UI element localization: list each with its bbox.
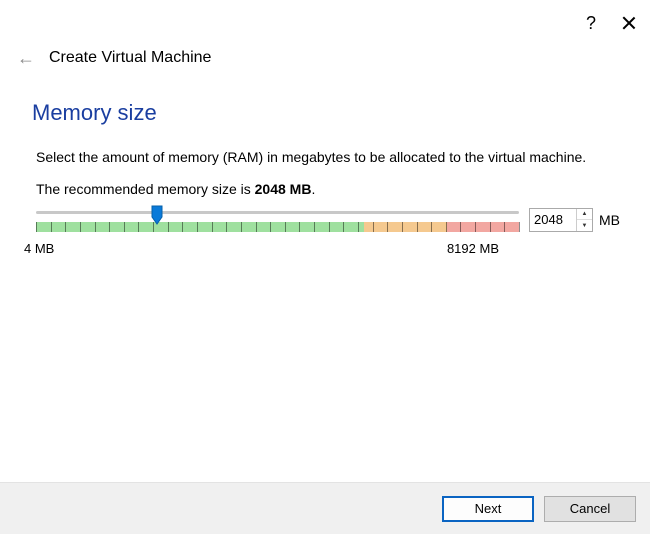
slider-zone-red [447,222,519,232]
title-bar: ? [0,0,650,40]
memory-slider[interactable] [36,207,519,237]
recommended-text: The recommended memory size is 2048 MB. [36,181,620,197]
next-button[interactable]: Next [442,496,534,522]
spin-up-icon[interactable]: ▲ [577,209,592,221]
recommended-value: 2048 MB [255,181,312,197]
wizard-footer: Next Cancel [0,482,650,534]
slider-min-label: 4 MB [24,241,54,256]
help-icon[interactable]: ? [586,13,596,34]
page-title: Memory size [32,100,620,126]
cancel-button[interactable]: Cancel [544,496,636,522]
slider-max-label: 8192 MB [447,241,499,256]
description-text: Select the amount of memory (RAM) in meg… [36,148,620,167]
slider-track [36,211,519,214]
memory-input[interactable] [530,209,576,231]
slider-zone-orange [364,222,446,232]
memory-spinbox[interactable]: ▲ ▼ [529,208,593,232]
wizard-header: ← Create Virtual Machine [0,40,650,76]
content-area: Memory size Select the amount of memory … [0,76,650,256]
recommended-suffix: . [311,181,315,197]
memory-unit: MB [599,212,620,228]
close-icon[interactable] [622,16,636,30]
back-arrow-icon[interactable]: ← [17,49,35,67]
slider-zone-green [36,222,364,232]
wizard-title: Create Virtual Machine [49,49,211,67]
slider-range-bar [36,222,519,232]
recommended-prefix: The recommended memory size is [36,181,255,197]
slider-labels: 4 MB 8192 MB [30,241,614,256]
spin-down-icon[interactable]: ▼ [577,220,592,231]
